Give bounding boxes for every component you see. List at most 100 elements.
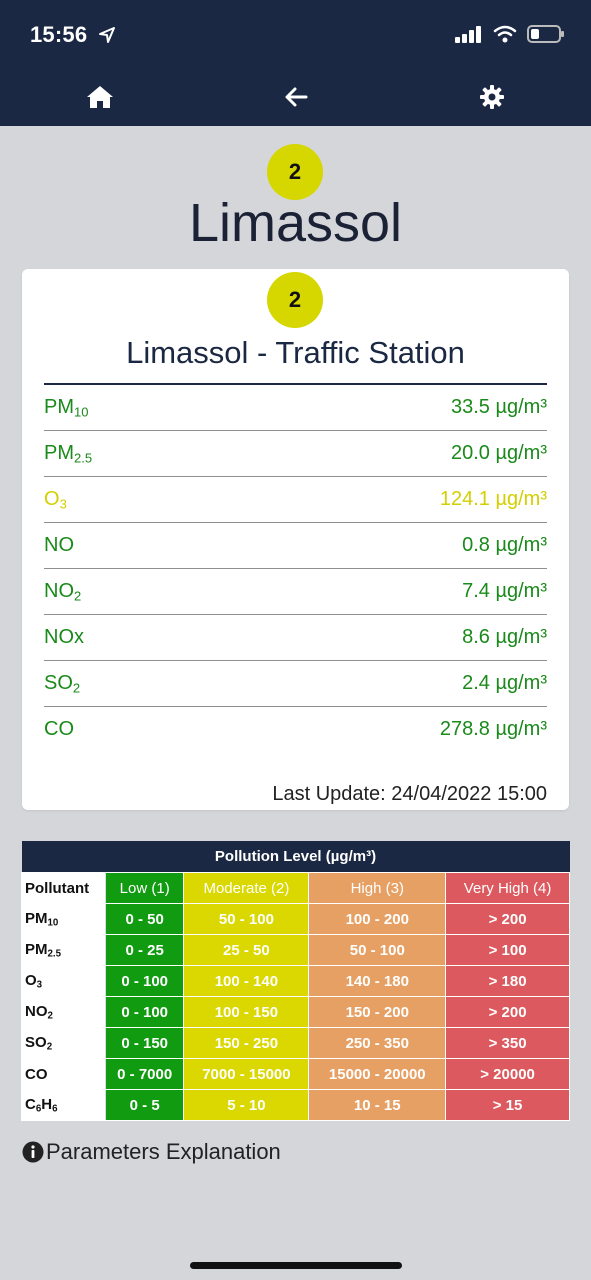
header-very-high: Very High (4): [445, 872, 570, 904]
table-row: PM10 0 - 50 50 - 100 100 - 200 > 200: [21, 903, 570, 935]
table-range-cell: 10 - 15: [308, 1089, 447, 1121]
table-pollutant-cell: PM10: [21, 903, 106, 935]
table-pollutant-cell: SO2: [21, 1027, 106, 1059]
arrow-left-icon: [285, 87, 308, 107]
table-range-cell: 15000 - 20000: [308, 1058, 447, 1090]
pollutant-name: C6H6: [25, 1095, 58, 1115]
pollutant-name: NO2: [44, 579, 82, 604]
table-pollutant-cell: CO: [21, 1058, 106, 1090]
pollutant-name: PM2.5: [44, 441, 93, 466]
reading-value: 8.6 µg/m³: [462, 626, 547, 648]
table-header-row: Pollutant Low (1) Moderate (2) High (3) …: [21, 872, 570, 904]
reading-value: 278.8 µg/m³: [439, 718, 547, 740]
pollutant-name: NO2: [25, 1002, 53, 1022]
reading-value: 2.4 µg/m³: [462, 672, 547, 694]
pollutant-name: O3: [44, 487, 67, 512]
table-range-cell: 50 - 100: [308, 934, 447, 966]
back-button[interactable]: [280, 82, 312, 112]
pollutant-name: CO: [25, 1065, 48, 1083]
table-range-cell: 140 - 180: [308, 965, 447, 997]
reading-row: O3 124.1 µg/m³: [44, 477, 547, 523]
parameters-explanation-link[interactable]: Parameters Explanation: [22, 1139, 281, 1165]
reading-row: CO 278.8 µg/m³: [44, 707, 547, 752]
reading-value: 33.5 µg/m³: [450, 396, 547, 418]
status-time: 15:56: [30, 22, 116, 48]
reading-row: PM10 33.5 µg/m³: [44, 385, 547, 431]
reading-value: 20.0 µg/m³: [450, 442, 547, 464]
table-range-cell: 100 - 140: [183, 965, 310, 997]
table-row: SO2 0 - 150 150 - 250 250 - 350 > 350: [21, 1027, 570, 1059]
table-range-cell: > 350: [445, 1027, 570, 1059]
table-pollutant-cell: C6H6: [21, 1089, 106, 1121]
header-high: High (3): [308, 872, 447, 904]
station-name: Limassol - Traffic Station: [126, 335, 465, 370]
table-pollutant-cell: PM2.5: [21, 934, 106, 966]
table-row: O3 0 - 100 100 - 140 140 - 180 > 180: [21, 965, 570, 997]
table-range-cell: 0 - 7000: [104, 1058, 185, 1090]
table-range-cell: 25 - 50: [183, 934, 310, 966]
table-range-cell: 150 - 250: [183, 1027, 310, 1059]
pollutant-name: SO2: [44, 671, 81, 696]
table-pollutant-cell: NO2: [21, 996, 106, 1028]
pollutant-name: O3: [25, 971, 43, 991]
last-update: Last Update: 24/04/2022 15:00: [272, 783, 547, 805]
table-range-cell: > 100: [445, 934, 570, 966]
info-circle-icon: [22, 1141, 44, 1163]
reading-row: NO2 7.4 µg/m³: [44, 569, 547, 615]
settings-button[interactable]: [476, 82, 508, 112]
top-bar: 15:56: [0, 0, 591, 126]
table-row: PM2.5 0 - 25 25 - 50 50 - 100 > 100: [21, 934, 570, 966]
table-range-cell: > 200: [445, 996, 570, 1028]
table-title: Pollution Level (µg/m³): [21, 841, 570, 873]
table-range-cell: 5 - 10: [183, 1089, 310, 1121]
battery-icon: [527, 25, 564, 43]
reading-row: PM2.5 20.0 µg/m³: [44, 431, 547, 477]
status-icons: [455, 24, 565, 44]
table-row: CO 0 - 7000 7000 - 15000 15000 - 20000 > 200…: [21, 1058, 570, 1090]
table-range-cell: > 20000: [445, 1058, 570, 1090]
home-indicator[interactable]: [190, 1262, 402, 1269]
pollutant-name: PM10: [25, 909, 59, 929]
table-range-cell: 0 - 5: [104, 1089, 185, 1121]
table-row: C6H6 0 - 55 - 10 10 - 15 > 15: [21, 1089, 570, 1121]
reading-row: NO 0.8 µg/m³: [44, 523, 547, 569]
reading-value: 0.8 µg/m³: [462, 534, 547, 556]
wifi-icon: [493, 25, 517, 43]
table-range-cell: > 15: [445, 1089, 570, 1121]
city-name: Limassol: [188, 193, 403, 253]
reading-value: 7.4 µg/m³: [462, 580, 547, 602]
station-card: 2 Limassol - Traffic Station PM10 33.5 µg…: [22, 269, 569, 810]
home-icon: [87, 86, 113, 108]
table-range-cell: 7000 - 15000: [183, 1058, 310, 1090]
table-range-cell: 0 - 150: [104, 1027, 185, 1059]
pollutant-name: PM2.5: [25, 940, 62, 960]
table-range-cell: 100 - 150: [183, 996, 310, 1028]
table-range-cell: 0 - 100: [104, 996, 185, 1028]
home-button[interactable]: [84, 82, 116, 112]
table-range-cell: 0 - 50: [104, 903, 185, 935]
readings-list: PM10 33.5 µg/m³ PM2.5 20.0 µg/m³ O3 124.1 µg/…: [44, 385, 547, 752]
table-range-cell: 0 - 25: [104, 934, 185, 966]
location-arrow-icon: [98, 27, 115, 43]
parameters-explanation-label: Parameters Explanation: [46, 1139, 281, 1164]
table-range-cell: 100 - 200: [308, 903, 447, 935]
table-range-cell: 150 - 200: [308, 996, 447, 1028]
header-pollutant: Pollutant: [21, 872, 106, 904]
table-row: NO2 0 - 100 100 - 150 150 - 200 > 200: [21, 996, 570, 1028]
reading-row: NOx 8.6 µg/m³: [44, 615, 547, 661]
header-moderate: Moderate (2): [183, 872, 310, 904]
pollutant-name: NO: [44, 534, 74, 556]
table-range-cell: 0 - 100: [104, 965, 185, 997]
reading-value: 124.1 µg/m³: [439, 488, 547, 510]
table-range-cell: 250 - 350: [308, 1027, 447, 1059]
pollutant-name: PM10: [44, 395, 89, 420]
reading-row: SO2 2.4 µg/m³: [44, 661, 547, 707]
pollutant-name: NOx: [44, 626, 84, 648]
table-range-cell: > 180: [445, 965, 570, 997]
header-low: Low (1): [104, 872, 185, 904]
table-range-cell: 50 - 100: [183, 903, 310, 935]
pollution-level-table: Pollution Level (µg/m³) Pollutant Low (1…: [21, 841, 570, 1121]
gear-icon: [480, 85, 504, 109]
pollutant-name: SO2: [25, 1033, 53, 1053]
signal-icon: [455, 26, 481, 43]
